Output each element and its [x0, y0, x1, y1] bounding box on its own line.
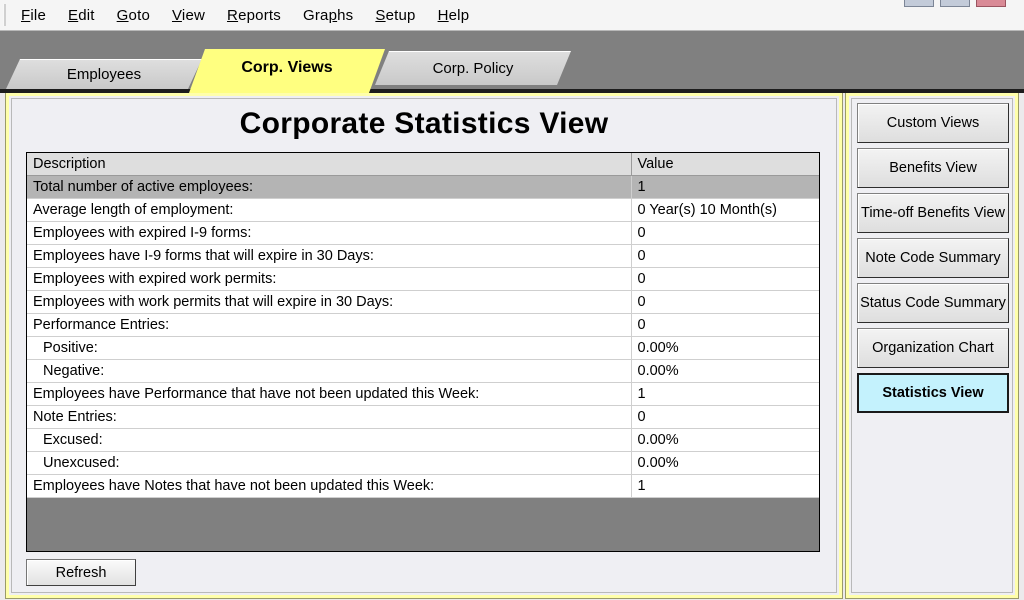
- sidebar-button-custom-views[interactable]: Custom Views: [857, 103, 1009, 143]
- cell-description: Excused:: [27, 428, 632, 452]
- cell-description: Average length of employment:: [27, 198, 632, 222]
- sidebar-button-organization-chart[interactable]: Organization Chart: [857, 328, 1009, 368]
- sidebar-button-benefits-view[interactable]: Benefits View: [857, 148, 1009, 188]
- cell-description: Positive:: [27, 336, 632, 360]
- statistics-grid[interactable]: Description Value Total number of active…: [26, 152, 820, 552]
- tab-employees[interactable]: Employees: [6, 59, 202, 89]
- tab-corp-views[interactable]: Corp. Views: [189, 49, 385, 93]
- table-row[interactable]: Positive: 0.00%: [27, 336, 819, 360]
- cell-description: Unexcused:: [27, 451, 632, 475]
- table-header: Description Value: [27, 153, 819, 176]
- table-row[interactable]: Employees with expired work permits: 0: [27, 267, 819, 291]
- cell-value: 0: [631, 221, 819, 245]
- sidebar-button-status-code-summary[interactable]: Status Code Summary: [857, 283, 1009, 323]
- table-row[interactable]: Employees have Notes that have not been …: [27, 474, 819, 498]
- main-panel: Corporate Statistics View Description Va…: [5, 92, 843, 599]
- table-row[interactable]: Employees with work permits that will ex…: [27, 290, 819, 314]
- cell-value: 0.00%: [631, 428, 819, 452]
- page-title: Corporate Statistics View: [239, 107, 609, 140]
- menu-item-help[interactable]: Help: [427, 5, 481, 26]
- maximize-button[interactable]: [940, 0, 970, 7]
- table-row[interactable]: Employees have Performance that have not…: [27, 382, 819, 406]
- cell-description: Employees have I-9 forms that will expir…: [27, 244, 632, 268]
- sidebar-button-statistics-view[interactable]: Statistics View: [857, 373, 1009, 413]
- column-header-description[interactable]: Description: [27, 153, 632, 176]
- table-row[interactable]: Average length of employment: 0 Year(s) 1…: [27, 198, 819, 222]
- cell-value: 0 Year(s) 10 Month(s): [631, 198, 819, 222]
- cell-description: Total number of active employees:: [27, 175, 632, 199]
- statistics-table: Description Value Total number of active…: [27, 153, 819, 498]
- main-panel-inner: Corporate Statistics View Description Va…: [11, 98, 837, 593]
- close-button[interactable]: [976, 0, 1006, 7]
- cell-value: 0: [631, 290, 819, 314]
- tab-strip-baseline: [0, 89, 1024, 93]
- menu-item-file[interactable]: File: [10, 5, 57, 26]
- menu-item-setup[interactable]: Setup: [364, 5, 426, 26]
- cell-value: 1: [631, 382, 819, 406]
- column-header-value[interactable]: Value: [631, 153, 819, 176]
- table-row[interactable]: Employees have I-9 forms that will expir…: [27, 244, 819, 268]
- table-row[interactable]: Note Entries: 0: [27, 405, 819, 429]
- menu-item-view[interactable]: View: [161, 5, 216, 26]
- application-window: File Edit Goto View Reports Graphs Setup Help E…: [0, 0, 1024, 600]
- cell-value: 1: [631, 474, 819, 498]
- table-header-row: Description Value: [27, 153, 819, 176]
- cell-value: 0.00%: [631, 451, 819, 475]
- cell-value: 0: [631, 313, 819, 337]
- cell-description: Employees have Notes that have not been …: [27, 474, 632, 498]
- cell-value: 0: [631, 405, 819, 429]
- tab-corp-policy[interactable]: Corp. Policy: [375, 51, 571, 85]
- table-row[interactable]: Excused: 0.00%: [27, 428, 819, 452]
- cell-description: Employees with work permits that will ex…: [27, 290, 632, 314]
- tab-strip: Employees Corp. Policy Corp. Views: [0, 31, 1024, 93]
- cell-value: 0: [631, 267, 819, 291]
- cell-value: 1: [631, 175, 819, 199]
- cell-value: 0.00%: [631, 336, 819, 360]
- tab-corp-views-label: Corp. Views: [241, 59, 333, 76]
- table-row[interactable]: Employees with expired I-9 forms: 0: [27, 221, 819, 245]
- cell-description: Employees have Performance that have not…: [27, 382, 632, 406]
- sidebar-panel: Custom Views Benefits View Time-off Benefi…: [845, 92, 1019, 599]
- tab-employees-label: Employees: [66, 66, 142, 83]
- menu-item-goto[interactable]: Goto: [106, 5, 161, 26]
- table-row[interactable]: Performance Entries: 0: [27, 313, 819, 337]
- table-row[interactable]: Unexcused: 0.00%: [27, 451, 819, 475]
- table-body: Total number of active employees: 1 Averag…: [27, 175, 819, 498]
- menu-item-graphs[interactable]: Graphs: [292, 5, 364, 26]
- content-area: Corporate Statistics View Description Va…: [0, 92, 1024, 600]
- window-controls: [904, 0, 1006, 7]
- cell-value: 0.00%: [631, 359, 819, 383]
- cell-description: Note Entries:: [27, 405, 632, 429]
- table-row[interactable]: Negative: 0.00%: [27, 359, 819, 383]
- cell-description: Employees with expired work permits:: [27, 267, 632, 291]
- menu-bar: File Edit Goto View Reports Graphs Setup Help: [0, 0, 1024, 31]
- sidebar-button-note-code-summary[interactable]: Note Code Summary: [857, 238, 1009, 278]
- menu-item-reports[interactable]: Reports: [216, 5, 292, 26]
- sidebar-button-time-off-benefits-view[interactable]: Time-off Benefits View: [857, 193, 1009, 233]
- cell-description: Negative:: [27, 359, 632, 383]
- cell-description: Performance Entries:: [27, 313, 632, 337]
- sidebar-button-list: Custom Views Benefits View Time-off Benefi…: [851, 98, 1013, 593]
- cell-value: 0: [631, 244, 819, 268]
- menu-item-edit[interactable]: Edit: [57, 5, 106, 26]
- minimize-button[interactable]: [904, 0, 934, 7]
- tab-corp-policy-label: Corp. Policy: [432, 60, 514, 77]
- grid-empty-area: [27, 498, 819, 551]
- table-row[interactable]: Total number of active employees: 1: [27, 175, 819, 199]
- cell-description: Employees with expired I-9 forms:: [27, 221, 632, 245]
- refresh-button[interactable]: Refresh: [26, 559, 136, 586]
